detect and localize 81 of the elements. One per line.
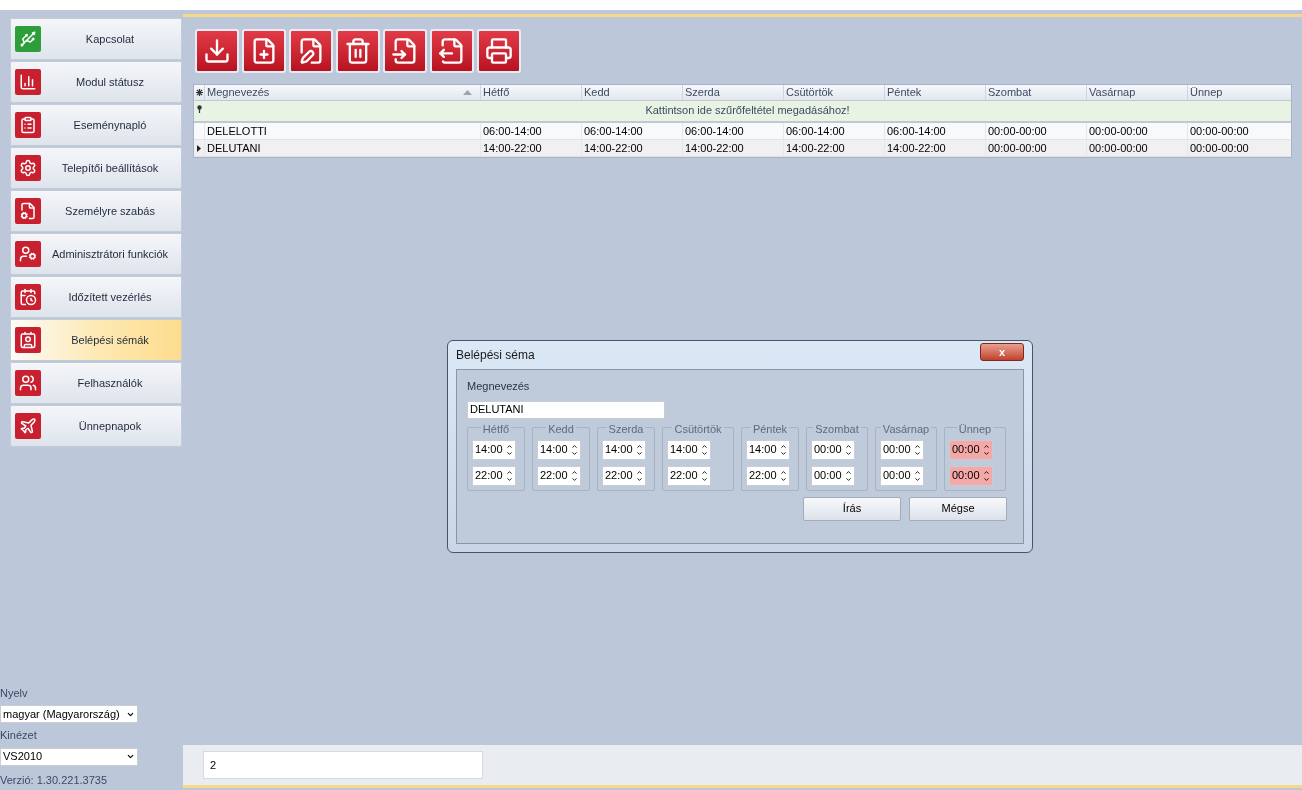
table-row[interactable]: DELELOTTI 06:00-14:00 06:00-14:00 06:00-14:00 06:00-14:00 06:00-14:00 00:00-00:00 00:00-00:00 00:00-00:00 [194,123,1291,140]
version-text: Verzió: 1.30.221.3735 [0,772,109,788]
time-spinner[interactable]: 22:00 [537,465,581,486]
time-spinner[interactable]: 14:00 [667,439,711,460]
table-cell: 14:00-22:00 [682,139,783,157]
export-button[interactable] [430,29,474,73]
table-cell: 06:00-14:00 [682,122,783,140]
column-header[interactable]: Szerda [682,85,783,100]
edit-button[interactable] [289,29,333,73]
table-cell: 06:00-14:00 [480,122,581,140]
table-cell: 06:00-14:00 [783,122,884,140]
sidebar-item[interactable]: Kapcsolat [10,18,182,60]
table-cell: 14:00-22:00 [581,139,682,157]
skin-dropdown[interactable]: VS2010 [0,747,138,766]
print-button[interactable] [477,29,521,73]
printer-icon [485,37,513,65]
column-header[interactable]: Hétfő [480,85,581,100]
sidebar-item[interactable]: Felhasználók [10,362,182,404]
sidebar-item[interactable]: Eseménynapló [10,104,182,146]
dialog-title: Belépési séma [456,347,535,364]
time-spinner[interactable]: 00:00 [949,465,993,486]
table-cell: 00:00-00:00 [1187,139,1291,157]
time-spinner[interactable]: 14:00 [537,439,581,460]
sidebar-item[interactable]: Modul státusz [10,61,182,103]
time-spinner[interactable]: 00:00 [811,439,855,460]
import-button[interactable] [195,29,239,73]
sidebar-item[interactable]: Belépési sémák [10,319,182,361]
time-spinner[interactable]: 22:00 [602,465,646,486]
time-spinner[interactable]: 22:00 [472,465,516,486]
time-spinner[interactable]: 00:00 [811,465,855,486]
column-header[interactable]: Péntek [884,85,985,100]
add-button[interactable] [242,29,286,73]
close-button[interactable]: x [980,343,1024,361]
table-cell: DELUTANI [204,139,480,157]
time-spinner[interactable]: 14:00 [472,439,516,460]
table-row[interactable]: DELUTANI 14:00-22:00 14:00-22:00 14:00-22:00 14:00-22:00 14:00-22:00 00:00-00:00 00:00-00:00 00:00-00:00 [194,140,1291,157]
dialog-button[interactable]: Írás [803,496,901,521]
time-spinner[interactable]: 00:00 [880,465,924,486]
table-cell: 14:00-22:00 [884,139,985,157]
name-input[interactable]: DELUTANI [467,400,665,419]
time-spinner[interactable]: 14:00 [746,439,790,460]
pin-icon [196,105,202,113]
skin-label: Kinézet [0,728,38,743]
table-cell: 06:00-14:00 [884,122,985,140]
sidebar-item[interactable]: Időzített vezérlés [10,276,182,318]
language-label: Nyelv [0,685,29,701]
download-icon [203,37,231,65]
table-cell: 14:00-22:00 [480,139,581,157]
time-spinner[interactable]: 22:00 [667,465,711,486]
table-cell: 00:00-00:00 [1086,139,1187,157]
column-header[interactable]: Ünnep [1187,85,1291,100]
column-header[interactable]: Vasárnap [1086,85,1187,100]
table-cell: DELELOTTI [204,122,480,140]
time-spinner[interactable]: 22:00 [746,465,790,486]
column-header[interactable]: Megnevezés [204,85,480,100]
status-field[interactable]: 2 [203,751,483,779]
name-label: Megnevezés [467,379,531,394]
time-spinner[interactable]: 00:00 [880,439,924,460]
dropdown-caret-icon [126,752,135,761]
asterisk-icon [195,89,203,96]
sidebar-item[interactable]: Személyre szabás [10,190,182,232]
trash-icon [344,37,372,65]
sidebar-item[interactable]: Adminisztrátori funkciók [10,233,182,275]
table-cell: 14:00-22:00 [783,139,884,157]
sidebar-item[interactable]: Ünnepnapok [10,405,182,447]
table-cell: 00:00-00:00 [985,122,1086,140]
time-spinner[interactable]: 00:00 [949,439,993,460]
dialog-button[interactable]: Mégse [909,496,1007,521]
column-header[interactable]: Csütörtök [783,85,884,100]
table-cell: 00:00-00:00 [985,139,1086,157]
table-cell: 00:00-00:00 [1187,122,1291,140]
current-row-icon [197,144,201,152]
column-header[interactable]: Kedd [581,85,682,100]
delete-button[interactable] [336,29,380,73]
column-header[interactable]: Szombat [985,85,1086,100]
sidebar-item[interactable]: Telepítői beállítások [10,147,182,189]
table-cell: 06:00-14:00 [581,122,682,140]
language-dropdown[interactable]: magyar (Magyarország) [0,705,138,723]
export-button[interactable] [383,29,427,73]
table-cell: 00:00-00:00 [1086,122,1187,140]
time-spinner[interactable]: 14:00 [602,439,646,460]
